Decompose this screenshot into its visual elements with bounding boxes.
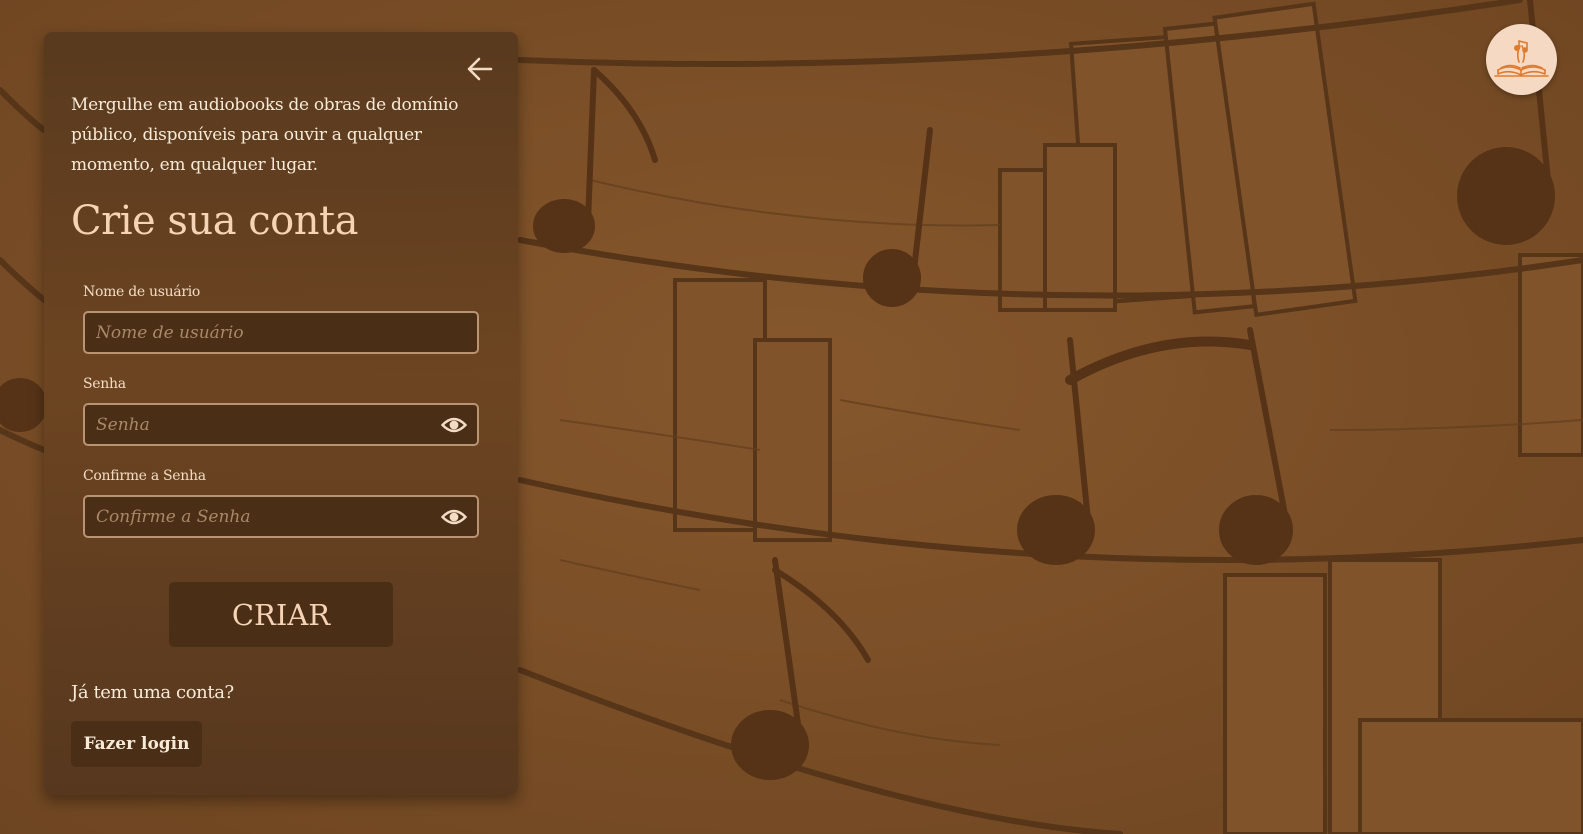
create-account-button[interactable]: CRIAR <box>169 582 393 647</box>
arrow-left-icon <box>467 57 493 81</box>
password-input[interactable] <box>85 405 477 444</box>
confirm-password-label: Confirme a Senha <box>83 468 206 484</box>
confirm-password-visibility-toggle[interactable] <box>440 505 468 529</box>
password-field-wrapper <box>83 403 479 446</box>
page-title: Crie sua conta <box>71 198 358 244</box>
eye-icon <box>440 509 468 525</box>
intro-text: Mergulhe em audiobooks de obras de domín… <box>71 95 459 175</box>
login-button[interactable]: Fazer login <box>71 721 202 767</box>
username-input[interactable] <box>85 313 477 352</box>
signup-page: Mergulhe em audiobooks de obras de domín… <box>0 0 1583 834</box>
username-label: Nome de usuário <box>83 284 201 300</box>
login-prompt-text: Já tem uma conta? <box>71 682 234 703</box>
confirm-password-field-wrapper <box>83 495 479 538</box>
app-logo[interactable] <box>1486 24 1557 95</box>
username-field-wrapper <box>83 311 479 354</box>
signup-panel: Mergulhe em audiobooks de obras de domín… <box>44 32 518 795</box>
open-book-music-logo-icon <box>1494 40 1549 77</box>
password-label: Senha <box>83 376 126 392</box>
eye-icon <box>440 417 468 433</box>
back-button[interactable] <box>464 54 496 84</box>
password-visibility-toggle[interactable] <box>440 413 468 437</box>
confirm-password-input[interactable] <box>85 497 477 536</box>
